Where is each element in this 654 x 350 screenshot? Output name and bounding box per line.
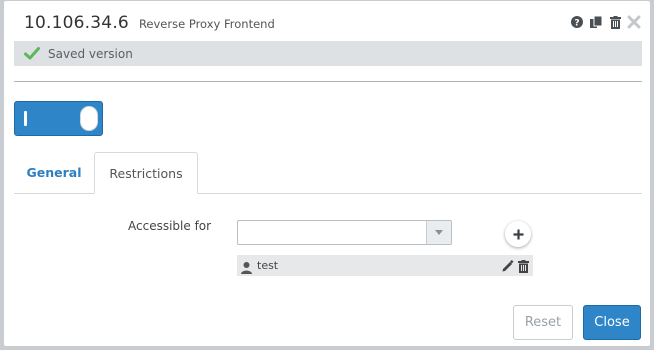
help-icon[interactable]: ? [569, 14, 585, 30]
accessible-for-label: Accessible for [128, 219, 212, 233]
user-icon [241, 259, 252, 278]
dialog-title: 10.106.34.6 Reverse Proxy Frontend [24, 13, 275, 37]
header-actions: ? [569, 14, 642, 30]
close-icon[interactable] [626, 14, 642, 30]
toggle-knob [80, 106, 98, 131]
chevron-down-icon [435, 230, 443, 235]
dropdown-arrow[interactable] [426, 221, 451, 244]
dialog: 10.106.34.6 Reverse Proxy Frontend ? Sav… [3, 0, 651, 347]
status-bar: Saved version [14, 41, 642, 66]
add-button[interactable] [505, 221, 531, 247]
svg-text:?: ? [574, 18, 579, 28]
copy-icon[interactable] [588, 14, 604, 30]
reset-button[interactable]: Reset [513, 305, 573, 340]
trash-icon[interactable] [607, 14, 623, 30]
title-subtitle: Reverse Proxy Frontend [138, 17, 275, 31]
tab-restrictions[interactable]: Restrictions [94, 152, 198, 194]
title-ip: 10.106.34.6 [24, 13, 129, 33]
list-item: test [237, 255, 533, 276]
accessible-for-select[interactable] [237, 220, 452, 245]
divider [14, 81, 642, 82]
edit-icon[interactable] [501, 258, 514, 277]
plus-icon [513, 229, 523, 239]
check-icon [24, 47, 40, 60]
trash-icon[interactable] [518, 258, 529, 277]
enable-toggle[interactable] [14, 101, 103, 136]
close-button[interactable]: Close [583, 305, 641, 340]
toggle-on-indicator [24, 111, 27, 126]
tab-general[interactable]: General [14, 152, 94, 193]
status-text: Saved version [48, 46, 133, 61]
list-item-name: test [257, 259, 279, 272]
